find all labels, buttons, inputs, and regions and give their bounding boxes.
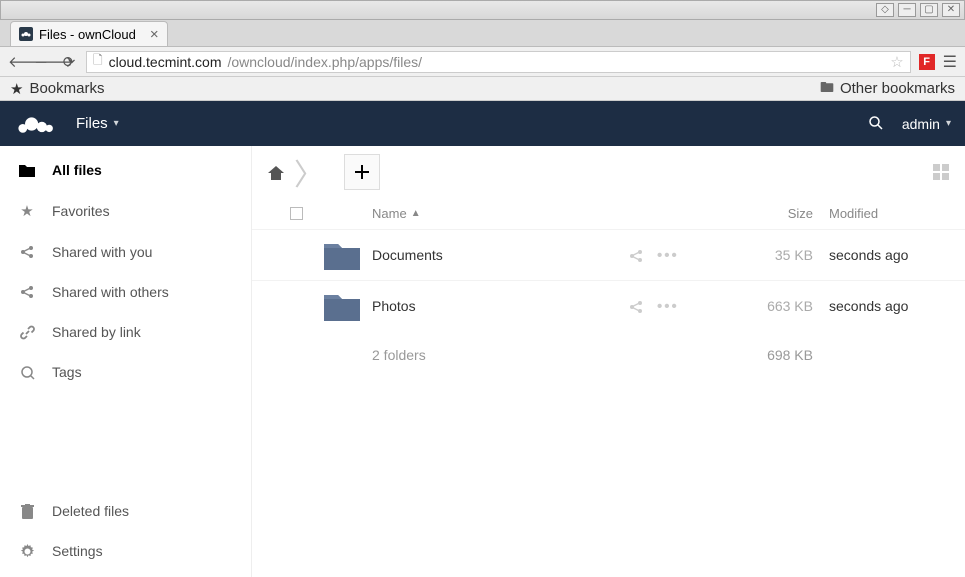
bookmarks-label: Bookmarks xyxy=(29,80,104,97)
sidebar-item-tags[interactable]: Tags xyxy=(0,352,251,392)
bookmarks-button[interactable]: ★ Bookmarks xyxy=(10,80,104,98)
owncloud-favicon xyxy=(19,27,33,41)
column-name[interactable]: Name ▲ xyxy=(372,206,629,221)
bookmark-star-icon[interactable]: ☆ xyxy=(890,53,903,71)
sidebar-item-label: Favorites xyxy=(52,203,110,219)
file-modified: seconds ago xyxy=(829,247,949,263)
sidebar-item-shared-by-link[interactable]: Shared by link xyxy=(0,312,251,352)
app-topnav: Files ▾ admin ▾ xyxy=(0,101,965,146)
tab-title: Files - ownCloud xyxy=(39,27,136,42)
share-icon xyxy=(18,285,36,299)
gear-icon xyxy=(18,544,36,559)
table-summary: 2 folders 698 KB xyxy=(252,331,965,379)
tab-close-icon[interactable]: × xyxy=(150,26,159,43)
column-modified[interactable]: Modified xyxy=(829,206,949,221)
maximize-button[interactable]: ▢ xyxy=(920,3,938,17)
url-bar[interactable]: 🗋 cloud.tecmint.com/owncloud/index.php/a… xyxy=(86,51,911,73)
column-size-label: Size xyxy=(788,206,813,221)
url-host: cloud.tecmint.com xyxy=(109,54,222,70)
breadcrumb-bar: 〉 xyxy=(252,146,965,198)
user-label: admin xyxy=(902,116,940,132)
share-icon xyxy=(18,245,36,259)
sidebar: All files ★ Favorites Shared with you Shared… xyxy=(0,146,252,577)
url-path: /owncloud/index.php/apps/files/ xyxy=(227,54,422,70)
back-button[interactable]: 🡐 xyxy=(8,52,26,71)
forward-button[interactable]: 🡒 xyxy=(34,52,52,71)
file-size: 35 KB xyxy=(739,247,829,263)
star-icon: ★ xyxy=(18,202,36,220)
table-header: Name ▲ Size Modified xyxy=(252,198,965,229)
summary-text: 2 folders xyxy=(372,347,629,363)
user-menu[interactable]: admin ▾ xyxy=(902,116,951,132)
minimize-button[interactable]: ─ xyxy=(898,3,916,17)
sidebar-item-settings[interactable]: Settings xyxy=(0,531,251,571)
browser-tab-strip: Files - ownCloud × xyxy=(0,20,965,47)
table-row[interactable]: Photos ••• 663 KBseconds ago xyxy=(252,280,965,331)
other-bookmarks-label: Other bookmarks xyxy=(840,80,955,97)
select-all-checkbox[interactable] xyxy=(290,207,303,220)
grid-view-icon[interactable] xyxy=(933,163,949,181)
share-icon[interactable] xyxy=(629,298,643,315)
table-row[interactable]: Documents ••• 35 KBseconds ago xyxy=(252,229,965,280)
sidebar-item-label: Shared by link xyxy=(52,324,141,340)
new-button[interactable] xyxy=(344,154,380,190)
column-size[interactable]: Size xyxy=(739,206,829,221)
folder-icon: 🖿 xyxy=(820,77,834,101)
sidebar-item-label: All files xyxy=(52,162,102,178)
file-size: 663 KB xyxy=(739,298,829,314)
other-bookmarks-button[interactable]: 🖿 Other bookmarks xyxy=(820,77,955,101)
caret-down-icon: ▾ xyxy=(114,118,119,129)
sidebar-item-deleted-files[interactable]: Deleted files xyxy=(0,491,251,531)
sidebar-item-shared-with-others[interactable]: Shared with others xyxy=(0,272,251,312)
star-solid-icon: ★ xyxy=(10,80,23,98)
link-icon xyxy=(18,325,36,340)
more-icon[interactable]: ••• xyxy=(657,247,679,264)
sidebar-item-label: Tags xyxy=(52,364,82,380)
sidebar-item-all-files[interactable]: All files xyxy=(0,150,251,190)
browser-menu-icon[interactable]: ☰ xyxy=(943,52,957,72)
file-content: 〉 Name ▲ Size Modified Documents ••• xyxy=(252,146,965,577)
window-titlebar: ◇ ─ ▢ ✕ xyxy=(0,0,965,20)
user-icon[interactable]: ◇ xyxy=(876,3,894,17)
sidebar-item-label: Shared with you xyxy=(52,244,152,260)
column-modified-label: Modified xyxy=(829,206,878,221)
column-name-label: Name xyxy=(372,206,407,221)
tag-icon xyxy=(18,365,36,380)
file-name: Photos xyxy=(372,298,629,314)
folder-solid-icon xyxy=(18,163,36,177)
folder-icon xyxy=(324,291,372,321)
file-name: Documents xyxy=(372,247,629,263)
file-modified: seconds ago xyxy=(829,298,949,314)
trash-icon xyxy=(18,504,36,519)
owncloud-logo[interactable] xyxy=(14,113,58,135)
home-icon[interactable] xyxy=(268,164,284,181)
bookmark-bar: ★ Bookmarks 🖿 Other bookmarks xyxy=(0,77,965,101)
app-menu-label: Files xyxy=(76,115,108,132)
reload-button[interactable]: ⟳ xyxy=(60,53,78,71)
browser-tab[interactable]: Files - ownCloud × xyxy=(10,21,168,46)
share-icon[interactable] xyxy=(629,247,643,264)
page-icon: 🗋 xyxy=(93,51,103,72)
app-menu[interactable]: Files ▾ xyxy=(76,115,119,132)
sidebar-item-label: Deleted files xyxy=(52,503,129,519)
folder-icon xyxy=(324,240,372,270)
more-icon[interactable]: ••• xyxy=(657,298,679,315)
sidebar-item-label: Settings xyxy=(52,543,103,559)
caret-down-icon: ▾ xyxy=(946,118,951,129)
breadcrumb-separator: 〉 xyxy=(294,150,324,194)
sidebar-item-favorites[interactable]: ★ Favorites xyxy=(0,190,251,232)
browser-toolbar: 🡐 🡒 ⟳ 🗋 cloud.tecmint.com/owncloud/index… xyxy=(0,47,965,77)
file-table: Name ▲ Size Modified Documents•••35 KBse… xyxy=(252,198,965,379)
search-icon[interactable] xyxy=(868,115,884,133)
summary-size: 698 KB xyxy=(739,347,829,363)
sidebar-item-label: Shared with others xyxy=(52,284,169,300)
flipboard-extension-icon[interactable]: F xyxy=(919,54,935,70)
sort-asc-icon: ▲ xyxy=(411,208,421,219)
close-window-button[interactable]: ✕ xyxy=(942,3,960,17)
sidebar-item-shared-with-you[interactable]: Shared with you xyxy=(0,232,251,272)
